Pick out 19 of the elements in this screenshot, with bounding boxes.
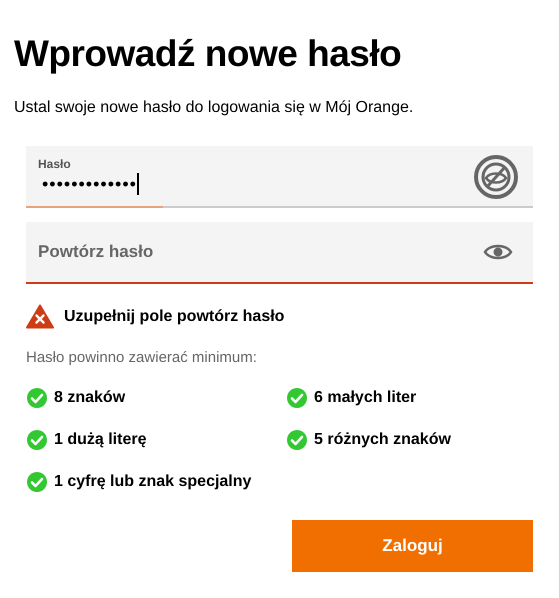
requirement-text: 5 różnych znaków (314, 430, 451, 450)
page-title: Wprowadź nowe hasło (14, 32, 402, 76)
requirements-intro: Hasło powinno zawierać minimum: (26, 348, 258, 368)
error-icon (26, 304, 54, 329)
subtitle: Ustal swoje nowe hasło do logowania się w Mój Orange. (14, 98, 414, 118)
password-value: ••••••••••••• (41, 173, 137, 195)
password-field[interactable]: Hasło ••••••••••••• (26, 146, 533, 208)
field-placeholder: Powtórz hasło (38, 241, 154, 264)
requirement-text: 6 małych liter (314, 388, 416, 408)
requirement-text: 8 znaków (54, 388, 126, 408)
requirement-text: 1 dużą literę (54, 430, 146, 450)
login-button[interactable]: Zaloguj (292, 520, 533, 572)
requirement-text: 1 cyfrę lub znak specjalny (54, 472, 252, 492)
error-message: Uzupełnij pole powtórz hasło (64, 306, 284, 326)
eye-icon[interactable] (483, 242, 513, 262)
text-cursor (136, 173, 139, 195)
eye-off-icon[interactable] (473, 154, 519, 200)
repeat-password-field[interactable]: Powtórz hasło (26, 222, 533, 284)
field-label: Hasło (38, 156, 72, 173)
